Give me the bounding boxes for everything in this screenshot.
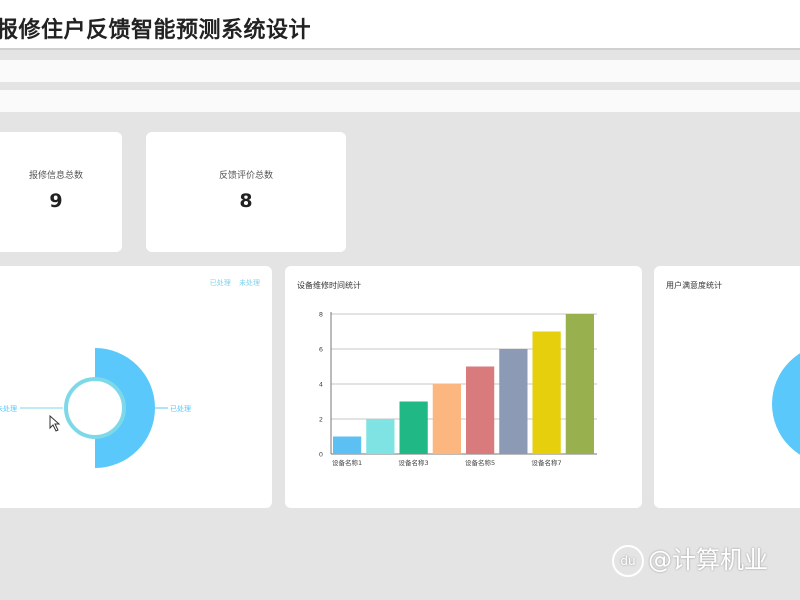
repair-time-card: 设备维修时间统计 0 2 4 6 8 设备名称1 设备名称3 设备名称5 设备名称7 — [285, 266, 642, 508]
satisfaction-pie-slice[interactable] — [772, 344, 800, 464]
pie-slice-unprocessed[interactable] — [64, 377, 126, 439]
baidu-logo-icon: du — [612, 545, 644, 577]
watermark: du @计算机业 — [612, 540, 768, 577]
mouse-cursor-icon — [49, 414, 61, 432]
status-pie-card: 已处理 未处理 已处理 未处理 — [0, 266, 272, 508]
x-tick-label: 设备名称7 — [532, 458, 562, 467]
y-tick-label: 6 — [319, 346, 323, 354]
status-pie-chart: 已处理 未处理 — [0, 348, 191, 468]
repair-count-label: 报修信息总数 — [28, 171, 83, 181]
y-tick-label: 0 — [319, 451, 323, 459]
bar[interactable] — [432, 384, 461, 454]
bar[interactable] — [565, 314, 594, 454]
x-tick-label: 设备名称1 — [332, 458, 362, 467]
bar[interactable] — [532, 331, 561, 455]
feedback-count-label: 反馈评价总数 — [218, 171, 273, 181]
y-tick-label: 4 — [319, 381, 323, 389]
page-title: 报修住户反馈智能预测系统设计 — [0, 18, 312, 43]
toolbar-strip-1 — [0, 60, 800, 82]
satisfaction-pie-chart — [772, 344, 800, 464]
bar[interactable] — [366, 419, 395, 454]
bar[interactable] — [333, 436, 362, 455]
repair-count-card: 报修信息总数 9 — [0, 132, 122, 252]
pie-label-left: 未处理 — [0, 404, 17, 413]
repair-time-bar-chart: 0 2 4 6 8 设备名称1 设备名称3 设备名称5 设备名称7 — [319, 311, 597, 467]
repair-count-value: 9 — [49, 190, 63, 212]
bar[interactable] — [499, 349, 528, 454]
x-tick-label: 设备名称3 — [399, 458, 429, 467]
bar[interactable] — [466, 366, 495, 455]
x-tick-label: 设备名称5 — [465, 458, 495, 467]
app-header: 报修住户反馈智能预测系统设计 — [0, 0, 800, 50]
y-tick-label: 8 — [319, 311, 323, 319]
toolbar-strip-2 — [0, 90, 800, 112]
bar[interactable] — [399, 401, 428, 455]
satisfaction-card: 用户满意度统计 — [654, 266, 800, 508]
y-tick-label: 2 — [319, 416, 323, 424]
feedback-count-card: 反馈评价总数 8 — [146, 132, 346, 252]
feedback-count-value: 8 — [239, 190, 253, 212]
watermark-text: @计算机业 — [648, 546, 768, 574]
pie-label-right: 已处理 — [170, 404, 191, 413]
